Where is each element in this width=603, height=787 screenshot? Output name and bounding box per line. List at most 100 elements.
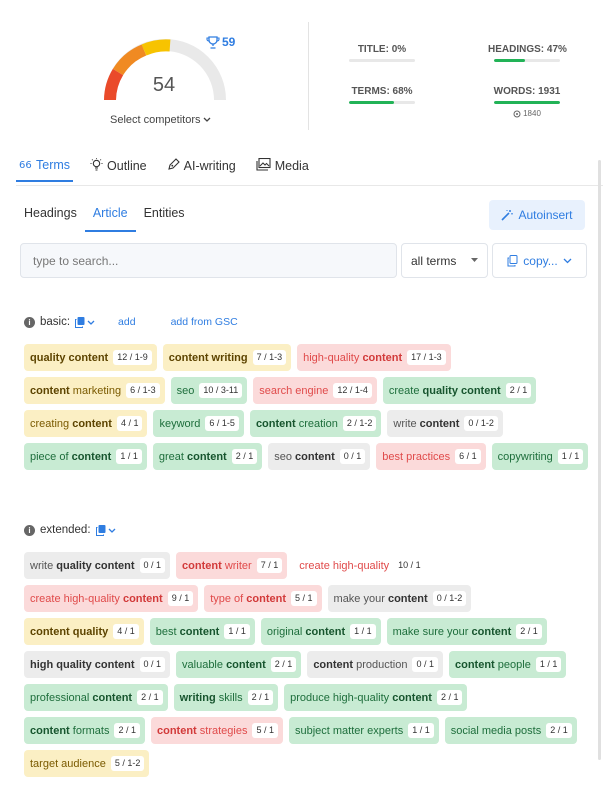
term-label: type of content (210, 592, 287, 605)
autoinsert-button[interactable]: Autoinsert (489, 200, 585, 230)
subtab-headings[interactable]: Headings (16, 196, 85, 232)
term-label: content creation (255, 417, 338, 430)
sub-tabs: Headings Article Entities (16, 196, 193, 232)
tab-label: Terms (36, 158, 71, 172)
term-chip[interactable]: content formats 2 / 1 (24, 717, 145, 744)
term-count-badge: 7 / 1-3 (252, 350, 287, 365)
term-chip[interactable]: piece of content 1 / 1 (24, 443, 147, 470)
term-chip[interactable]: content people 1 / 1 (449, 651, 567, 678)
term-chip[interactable]: search engine 12 / 1-4 (253, 377, 377, 404)
title-metric: TITLE: 0% (349, 44, 415, 62)
term-chip[interactable]: seo content 0 / 1 (268, 443, 371, 470)
tab-terms[interactable]: 66 Terms (16, 150, 74, 182)
term-count-badge: 6 / 1-3 (126, 383, 160, 398)
term-chip[interactable]: professional content 2 / 1 (24, 684, 168, 711)
title-metric-label: TITLE: 0% (357, 44, 407, 55)
term-label: search engine (259, 384, 329, 397)
words-target-value: 1840 (523, 109, 541, 118)
autoinsert-label: Autoinsert (518, 208, 573, 222)
term-chip[interactable]: content quality 4 / 1 (24, 618, 144, 645)
term-chip[interactable]: make your content 0 / 1-2 (327, 585, 472, 612)
term-label: content production (313, 658, 408, 671)
term-chip[interactable]: content marketing 6 / 1-3 (24, 377, 165, 404)
headings-metric: HEADINGS: 47% (488, 44, 567, 62)
term-chip[interactable]: content production 0 / 1 (307, 651, 443, 678)
term-count-badge: 1 / 1 (116, 449, 142, 464)
term-label: content marketing (30, 384, 122, 397)
extended-terms-list: write quality content 0 / 1 content writer… (24, 552, 594, 777)
term-chip[interactable]: seo 10 / 3-11 (170, 377, 248, 404)
term-chip[interactable]: high quality content 0 / 1 (24, 651, 171, 678)
term-label: valuable content (182, 658, 266, 671)
term-chip[interactable]: subject matter experts 1 / 1 (288, 717, 439, 744)
basic-terms-list: quality content 12 / 1-9 content writing 7 … (24, 344, 594, 470)
tab-ai-writing[interactable]: AI-writing (164, 150, 239, 182)
term-chip[interactable]: copywriting 1 / 1 (491, 443, 589, 470)
term-chip[interactable]: great content 2 / 1 (152, 443, 263, 470)
add-term-link[interactable]: add (118, 316, 136, 328)
term-count-badge: 7 / 1 (256, 558, 283, 573)
term-chip[interactable]: content writing 7 / 1-3 (162, 344, 292, 371)
term-chip[interactable]: content creation 2 / 1-2 (249, 410, 382, 437)
progress-fill (349, 101, 394, 104)
term-chip[interactable]: type of content 5 / 1 (204, 585, 322, 612)
term-label: high quality content (30, 658, 135, 671)
term-chip[interactable]: high-quality content 17 / 1-3 (297, 344, 451, 371)
term-chip[interactable]: original content 1 / 1 (260, 618, 381, 645)
tab-outline[interactable]: Outline (87, 150, 150, 182)
add-from-gsc-link[interactable]: add from GSC (171, 316, 238, 328)
term-chip[interactable]: content strategies 5 / 1 (150, 717, 283, 744)
term-chip[interactable]: best practices 6 / 1 (376, 443, 486, 470)
info-icon[interactable]: i (24, 524, 35, 536)
term-count-badge: 0 / 1-2 (464, 416, 498, 431)
info-icon[interactable]: i (24, 316, 35, 328)
term-chip[interactable]: target audience 5 / 1-2 (24, 750, 150, 777)
term-count-badge: 12 / 1-4 (333, 383, 372, 398)
term-chip[interactable]: content writer 7 / 1 (176, 552, 288, 579)
basic-copy-button[interactable] (75, 316, 95, 328)
copy-icon (75, 316, 85, 328)
scrollbar[interactable] (598, 160, 601, 760)
term-chip[interactable]: create high-quality 10 / 1 (293, 552, 429, 579)
term-label: creating content (30, 417, 112, 430)
term-count-badge: 2 / 1 (137, 690, 163, 705)
term-count-badge: 2 / 1-2 (342, 416, 377, 431)
words-target: 1840 (496, 109, 558, 118)
basic-section-header: i basic: add add from GSC (24, 316, 238, 328)
chevron-down-icon (108, 528, 115, 533)
subtab-entities[interactable]: Entities (136, 196, 193, 232)
term-chip[interactable]: make sure your content 2 / 1 (386, 618, 547, 645)
tab-label: Outline (107, 159, 147, 173)
words-progress-bar (494, 101, 560, 104)
term-label: professional content (30, 691, 133, 704)
term-chip[interactable]: write content 0 / 1-2 (387, 410, 503, 437)
term-chip[interactable]: social media posts 2 / 1 (444, 717, 577, 744)
term-chip[interactable]: best content 1 / 1 (149, 618, 255, 645)
basic-label: basic: (40, 316, 71, 328)
term-chip[interactable]: valuable content 2 / 1 (176, 651, 302, 678)
term-chip[interactable]: quality content 12 / 1-9 (24, 344, 157, 371)
term-chip[interactable]: produce high-quality content 2 / 1 (284, 684, 468, 711)
term-chip[interactable]: creating content 4 / 1 (24, 410, 148, 437)
term-chip[interactable]: writing skills 2 / 1 (173, 684, 279, 711)
term-chip[interactable]: write quality content 0 / 1 (24, 552, 171, 579)
term-label: content people (455, 658, 531, 671)
terms-filter-select[interactable]: all terms (401, 243, 488, 278)
select-competitors-dropdown[interactable]: Select competitors (110, 114, 211, 126)
term-chip[interactable]: create quality content 2 / 1 (382, 377, 537, 404)
subtab-article[interactable]: Article (84, 196, 136, 232)
copy-dropdown-button[interactable]: copy... (492, 243, 587, 278)
term-label: write quality content (30, 559, 135, 572)
term-count-badge: 1 / 1 (557, 449, 584, 464)
term-chip[interactable]: create high-quality content 9 / 1 (24, 585, 199, 612)
term-count-badge: 0 / 1 (139, 657, 166, 672)
search-input[interactable] (20, 243, 397, 278)
headings-progress-bar (494, 59, 560, 62)
term-chip[interactable]: keyword 6 / 1-5 (153, 410, 244, 437)
term-count-badge: 2 / 1 (505, 383, 532, 398)
tab-media[interactable]: Media (253, 150, 312, 182)
extended-copy-button[interactable] (95, 524, 116, 536)
tab-label: AI-writing (183, 159, 236, 173)
term-label: great content (158, 450, 227, 463)
svg-text:66: 66 (19, 160, 32, 169)
